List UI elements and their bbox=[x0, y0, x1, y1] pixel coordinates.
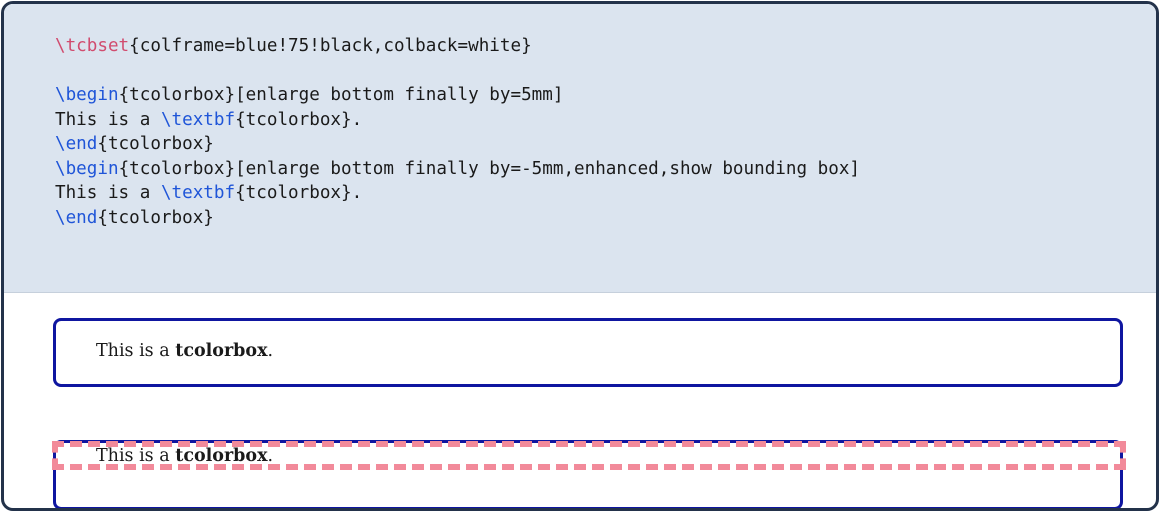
code-keyword: \textbf bbox=[160, 109, 236, 130]
code-line: \begin{tcolorbox}[enlarge bottom finally… bbox=[55, 157, 860, 182]
code-text: This is a bbox=[55, 183, 161, 203]
bold-word: tcolorbox bbox=[175, 341, 268, 361]
tcolorbox-text-1: This is a tcolorbox. bbox=[96, 341, 274, 361]
code-keyword: \textbf bbox=[160, 183, 236, 203]
code-keyword: \begin bbox=[55, 85, 119, 105]
code-line: \begin{tcolorbox}[enlarge bottom finally… bbox=[55, 83, 860, 108]
tcolorbox-text-2: This is a tcolorbox. bbox=[96, 446, 274, 466]
bold-word: tcolorbox bbox=[175, 446, 268, 466]
code-line: \end{tcolorbox} bbox=[55, 206, 860, 231]
code-keyword: \end bbox=[55, 134, 98, 154]
code-text: {tcolorbox}. bbox=[235, 109, 363, 130]
code-keyword: \end bbox=[55, 207, 98, 228]
example-frame: \tcbset{colframe=blue!75!black,colback=w… bbox=[1, 1, 1159, 511]
code-keyword: \begin bbox=[55, 158, 119, 179]
code-text: {tcolorbox}[enlarge bottom finally by=-5… bbox=[118, 158, 861, 179]
code-listing-area: \tcbset{colframe=blue!75!black,colback=w… bbox=[4, 4, 1156, 293]
tcolorbox-output-1: This is a tcolorbox. bbox=[53, 318, 1123, 387]
code-listing: \tcbset{colframe=blue!75!black,colback=w… bbox=[55, 34, 860, 230]
code-text: This is a bbox=[55, 109, 161, 130]
code-line: \end{tcolorbox} bbox=[55, 132, 860, 157]
code-line: \tcbset{colframe=blue!75!black,colback=w… bbox=[55, 34, 860, 59]
code-text: {colframe=blue!75!black,colback=white} bbox=[129, 36, 532, 56]
code-keyword: \tcbset bbox=[55, 36, 130, 56]
code-text: {tcolorbox}. bbox=[235, 183, 363, 203]
code-text: {tcolorbox}[enlarge bottom finally by=5m… bbox=[118, 85, 564, 105]
code-text: {tcolorbox} bbox=[97, 207, 214, 228]
code-line: This is a \textbf{tcolorbox}. bbox=[55, 108, 860, 133]
code-text: {tcolorbox} bbox=[97, 134, 214, 154]
code-line: This is a \textbf{tcolorbox}. bbox=[55, 181, 860, 206]
tcolorbox-output-2: This is a tcolorbox. bbox=[53, 440, 1123, 508]
